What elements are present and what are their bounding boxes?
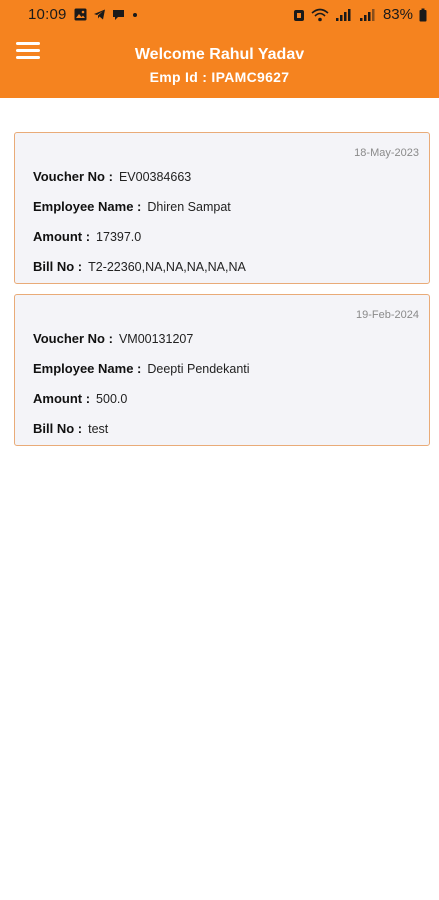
employee-name-label: Employee Name : xyxy=(33,199,142,214)
employee-name-row: Employee Name : Deepti Pendekanti xyxy=(33,361,250,376)
voucher-card[interactable]: 19-Feb-2024 Voucher No : VM00131207 Emplo… xyxy=(14,294,430,446)
amount-row: Amount : 500.0 xyxy=(33,391,127,406)
voucher-date: 19-Feb-2024 xyxy=(356,309,419,321)
amount-label: Amount : xyxy=(33,229,91,244)
signal-icon xyxy=(359,8,375,21)
amount-value: 500.0 xyxy=(96,392,128,406)
voucher-date: 18-May-2023 xyxy=(354,147,419,159)
voucher-card[interactable]: 18-May-2023 Voucher No : EV00384663 Emplo… xyxy=(14,132,430,284)
alarm-icon xyxy=(293,9,304,21)
voucher-list: 18-May-2023 Voucher No : EV00384663 Emplo… xyxy=(14,132,430,456)
status-bar: 10:09 83% xyxy=(0,0,439,30)
employee-name-label: Employee Name : xyxy=(33,361,142,376)
signal-icon xyxy=(335,8,351,21)
gallery-icon xyxy=(74,8,87,21)
dot-icon xyxy=(133,13,137,17)
bill-number-row: Bill No : test xyxy=(33,421,108,436)
telegram-icon xyxy=(94,9,105,20)
wifi-icon xyxy=(311,8,329,21)
welcome-title: Welcome Rahul Yadav xyxy=(134,46,305,63)
bill-number-value: T2-22360,NA,NA,NA,NA,NA xyxy=(88,260,246,274)
voucher-number-label: Voucher No : xyxy=(33,169,113,184)
voucher-number-label: Voucher No : xyxy=(33,331,113,346)
amount-label: Amount : xyxy=(33,391,91,406)
voucher-number-value: EV00384663 xyxy=(118,170,192,184)
bill-number-label: Bill No : xyxy=(33,259,83,274)
amount-value: 17397.0 xyxy=(96,230,142,244)
status-time: 10:09 xyxy=(28,6,67,23)
employee-name-value: Dhiren Sampat xyxy=(147,200,231,214)
voucher-number-row: Voucher No : EV00384663 xyxy=(33,169,191,184)
app-top-bar: 10:09 83% Welcome Rahul Yadav Emp Id: I… xyxy=(0,0,439,98)
status-notification-icons xyxy=(74,8,139,21)
battery-icon xyxy=(419,8,427,21)
voucher-number-value: VM00131207 xyxy=(118,332,194,346)
employee-name-row: Employee Name : Dhiren Sampat xyxy=(33,199,231,214)
voucher-number-row: Voucher No : VM00131207 xyxy=(33,331,193,346)
employee-id: Emp Id : IPAMC9627 xyxy=(149,69,290,85)
employee-name-value: Deepti Pendekanti xyxy=(147,362,250,376)
chat-bubble-icon xyxy=(113,10,124,20)
bill-number-value: test xyxy=(88,422,109,436)
bill-number-row: Bill No : T2-22360,NA,NA,NA,NA,NA xyxy=(33,259,246,274)
app-header: Welcome Rahul Yadav Emp Id : IPAMC9627 xyxy=(0,30,439,98)
battery-percentage: 83% xyxy=(382,6,413,23)
status-system-icons: 83% xyxy=(293,6,427,23)
amount-row: Amount : 17397.0 xyxy=(33,229,141,244)
bill-number-label: Bill No : xyxy=(33,421,83,436)
